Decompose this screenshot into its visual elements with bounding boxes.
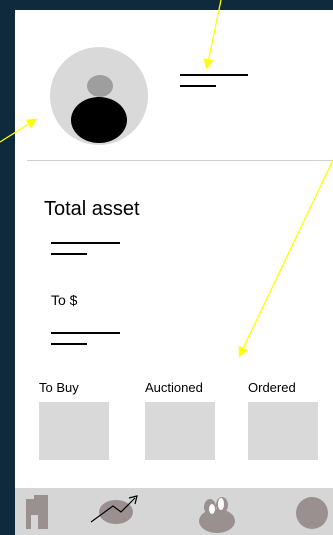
ordered-label: Ordered [248,380,296,395]
header-divider [27,160,333,161]
phone-screen: Total asset To $ To Buy Auctioned Ordere… [15,10,333,535]
to-buy-card[interactable] [39,402,109,460]
auctioned-card[interactable] [145,402,215,460]
bottom-nav-bar [15,488,333,535]
converted-value-placeholder-line [51,332,120,334]
to-currency-label: To $ [51,292,78,308]
asset-value-placeholder-line-short [51,253,87,255]
avatar-head-shape [87,75,113,97]
converted-value-placeholder-line-short [51,343,87,345]
username-placeholder-line-short [180,85,216,87]
total-asset-title: Total asset [44,198,140,220]
building-icon[interactable] [26,495,48,529]
trend-chart-icon[interactable] [89,492,143,526]
asset-value-placeholder-line [51,242,120,244]
username-placeholder-line [180,74,248,76]
user-avatar-icon[interactable] [50,47,148,145]
auctioned-label: Auctioned [145,380,203,395]
avatar-body-shape [71,97,127,143]
profile-icon[interactable] [295,496,329,530]
to-buy-label: To Buy [39,380,79,395]
group-icon[interactable] [195,493,241,533]
ordered-card[interactable] [248,402,318,460]
